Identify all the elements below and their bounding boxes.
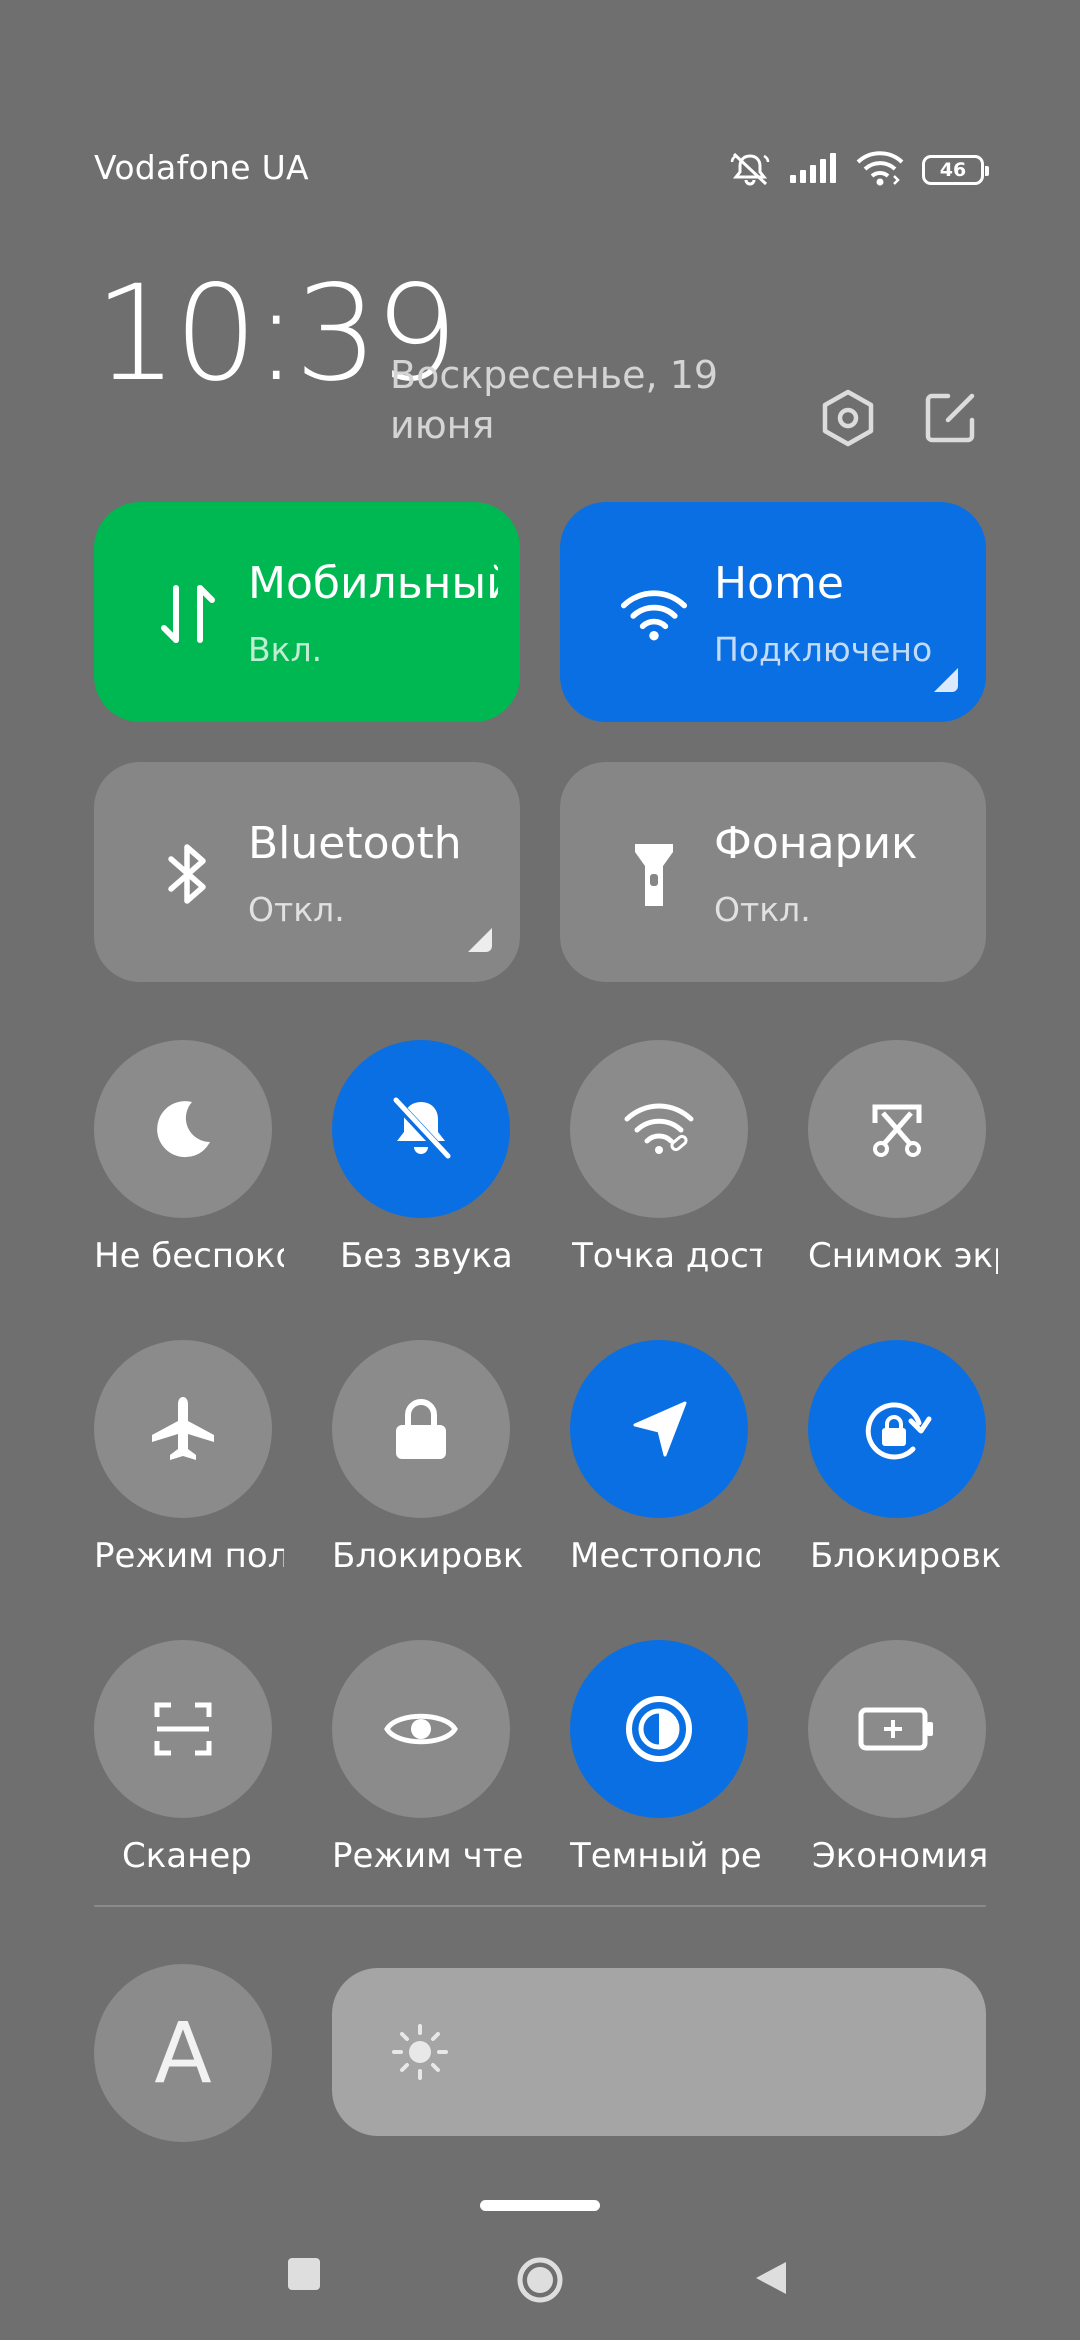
- toggle-label: Не беспокоить: [94, 1236, 284, 1276]
- eye-icon: [384, 1713, 458, 1745]
- bell-off-icon: [390, 1096, 452, 1162]
- signal-icon: [790, 153, 838, 187]
- tile-bluetooth[interactable]: Bluetooth Откл.: [94, 762, 520, 982]
- tile-status: Откл.: [714, 890, 811, 929]
- toggle-airplane[interactable]: [94, 1340, 272, 1518]
- battery-icon: 46: [922, 155, 989, 185]
- edit-icon: [925, 393, 975, 443]
- home-indicator[interactable]: [480, 2200, 600, 2211]
- tile-status: Откл.: [248, 890, 345, 929]
- toggle-silent[interactable]: [332, 1040, 510, 1218]
- font-size-button[interactable]: A: [94, 1964, 272, 2142]
- tile-title: Мобильный: [248, 558, 498, 609]
- location-icon: [633, 1401, 687, 1457]
- carrier-name: Vodafone UA: [94, 148, 309, 187]
- sun-icon: [392, 2024, 448, 2080]
- toggle-scanner[interactable]: [94, 1640, 272, 1818]
- airplane-icon: [152, 1397, 214, 1460]
- mobile-data-icon: [154, 580, 222, 648]
- tile-title: Фонарик: [714, 818, 918, 869]
- tile-flashlight[interactable]: Фонарик Откл.: [560, 762, 986, 982]
- rotation-lock-icon: [865, 1402, 932, 1460]
- wifi-icon: [856, 150, 904, 190]
- toggle-label: Сканер: [122, 1836, 252, 1876]
- toggle-label: Темный режим: [570, 1836, 760, 1876]
- toggle-lock-screen[interactable]: [332, 1340, 510, 1518]
- toggle-label: Точка доступа: [572, 1236, 762, 1276]
- battery-saver-icon: [858, 1707, 933, 1751]
- wifi-icon: [620, 580, 688, 648]
- toggle-reading-mode[interactable]: [332, 1640, 510, 1818]
- tile-mobile-data[interactable]: Мобильный Вкл.: [94, 502, 520, 722]
- edit-button[interactable]: [918, 386, 982, 450]
- divider: [94, 1905, 986, 1907]
- toggle-label: Экономия: [812, 1836, 989, 1876]
- home-button[interactable]: [516, 2256, 564, 2304]
- toggle-label: Блокировка: [810, 1536, 1000, 1576]
- scanner-icon: [154, 1702, 212, 1756]
- date-label: Воскресенье, 19 июня: [390, 353, 719, 447]
- toggle-label: Без звука: [340, 1236, 513, 1276]
- toggle-screenshot[interactable]: [808, 1040, 986, 1218]
- screenshot-icon: [872, 1104, 922, 1157]
- back-button[interactable]: [752, 2258, 792, 2298]
- toggle-label: Режим полета: [94, 1536, 284, 1576]
- toggle-do-not-disturb[interactable]: [94, 1040, 272, 1218]
- toggle-rotation-lock[interactable]: [808, 1340, 986, 1518]
- back-triangle-icon: [756, 2262, 786, 2294]
- toggle-label: Блокировка: [332, 1536, 522, 1576]
- tile-wifi[interactable]: Home Подключено: [560, 502, 986, 722]
- moon-icon: [157, 1101, 210, 1158]
- silent-bell-icon: [728, 150, 772, 190]
- bluetooth-icon: [154, 840, 222, 908]
- hotspot-icon: [624, 1103, 694, 1154]
- status-icons: 46: [728, 150, 989, 190]
- tile-title: Bluetooth: [248, 818, 462, 869]
- flashlight-icon: [620, 840, 688, 908]
- toggle-battery-saver[interactable]: [808, 1640, 986, 1818]
- dark-mode-icon: [626, 1696, 692, 1762]
- tile-title: Home: [714, 558, 844, 609]
- expand-corner-icon[interactable]: [468, 928, 492, 952]
- toggle-label: Местоположение: [570, 1536, 760, 1576]
- home-circle-icon: [517, 2257, 563, 2303]
- expand-corner-icon[interactable]: [934, 668, 958, 692]
- toggle-label: Снимок экрана: [808, 1236, 998, 1276]
- tile-status: Вкл.: [248, 630, 323, 669]
- toggle-dark-mode[interactable]: [570, 1640, 748, 1818]
- toggle-location[interactable]: [570, 1340, 748, 1518]
- settings-hex-icon: [822, 389, 874, 447]
- lock-icon: [396, 1399, 446, 1459]
- settings-button[interactable]: [816, 386, 880, 450]
- toggle-hotspot[interactable]: [570, 1040, 748, 1218]
- brightness-slider[interactable]: [332, 1968, 986, 2136]
- toggle-label: Режим чтения: [332, 1836, 522, 1876]
- recents-button[interactable]: [288, 2258, 320, 2290]
- tile-status: Подключено: [714, 630, 933, 669]
